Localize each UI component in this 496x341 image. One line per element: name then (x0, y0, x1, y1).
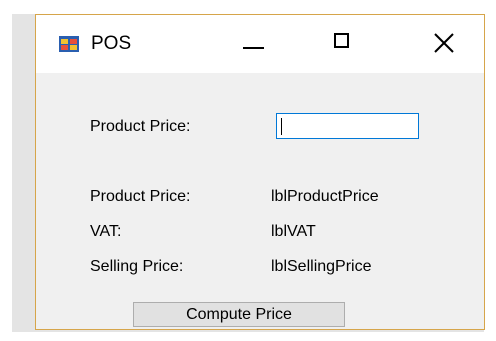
minimize-icon (243, 47, 264, 49)
close-button[interactable] (418, 21, 470, 67)
product-price-value: lblProductPrice (271, 188, 379, 205)
form-app-icon (59, 36, 79, 52)
minimize-button[interactable] (226, 21, 278, 67)
maximize-icon (334, 33, 349, 48)
compute-price-button[interactable]: Compute Price (133, 302, 345, 327)
window-title: POS (91, 33, 132, 54)
pos-window: POS Product Price: Product Price: lblPro… (35, 14, 485, 330)
close-icon (434, 33, 454, 53)
form-body: Product Price: Product Price: lblProduct… (36, 73, 484, 329)
product-price-input[interactable] (276, 113, 419, 139)
selling-price-label: Selling Price: (90, 258, 184, 275)
maximize-button[interactable] (322, 21, 374, 67)
product-price-label: Product Price: (90, 188, 191, 205)
screen: POS Product Price: Product Price: lblPro… (0, 0, 496, 341)
product-price-input-label: Product Price: (90, 118, 191, 135)
title-bar[interactable]: POS (36, 15, 484, 73)
vat-value: lblVAT (271, 223, 316, 240)
text-caret (281, 118, 282, 135)
vat-label: VAT: (90, 223, 122, 240)
selling-price-value: lblSellingPrice (271, 258, 372, 275)
